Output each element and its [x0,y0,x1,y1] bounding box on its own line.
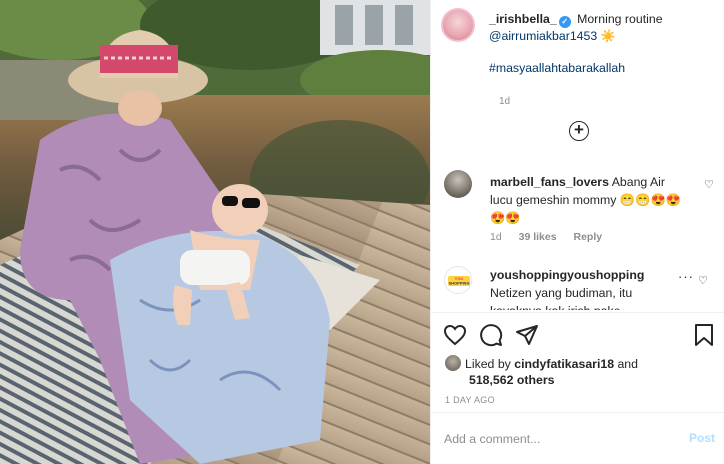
caption-body: Morning routine [577,12,663,26]
comment-bubble-icon[interactable] [479,323,503,347]
comment-heart-icon[interactable]: ♡ [704,178,714,191]
reply-button[interactable]: Reply [573,231,602,243]
likes-count[interactable]: 518,562 others [469,373,554,387]
liker-avatar[interactable] [445,355,461,371]
commenter-username[interactable]: marbell_fans_lovers [490,175,609,189]
caption-hashtag[interactable]: #masyaallahtabarakallah [489,61,625,75]
comment-text: youshoppingyoushopping Netizen yang budi… [490,266,686,310]
comment-likes[interactable]: 39 likes [519,231,557,243]
commenter-username[interactable]: youshoppingyoushopping [490,268,644,282]
post-actions: Liked by cindyfatikasari18 and 518,562 o… [431,312,724,412]
comment-input[interactable] [444,429,674,449]
plus-circle-icon[interactable]: + [569,121,589,141]
add-comment-bar: Post [431,412,724,464]
comment-heart-icon[interactable]: ♡ [698,274,708,287]
comment-body: Netizen yang budiman, itu kayaknya kak i… [490,286,633,310]
commenter-avatar[interactable]: YOU SHOPPING [444,266,472,294]
commenter-avatar[interactable] [444,170,472,198]
paper-plane-icon[interactable] [515,323,539,347]
liked-by-prefix: Liked by [465,357,511,371]
verified-badge-icon: ✓ [558,16,571,28]
post-timestamp[interactable]: 1 DAY AGO [445,395,495,405]
shop-logo-text-bottom: SHOPPING [448,281,469,286]
caption-text: _irishbella_ ✓ Morning routine @airrumiak… [489,11,721,76]
post-sidebar: _irishbella_ ✓ Morning routine @airrumiak… [430,0,724,464]
bookmark-icon[interactable] [693,323,715,347]
heart-icon[interactable] [443,323,467,347]
sun-emoji: ☀️ [600,29,616,43]
comment-meta: 1d 39 likes Reply [490,231,616,243]
comment-text: marbell_fans_lovers Abang Air lucu gemes… [490,173,686,227]
author-username[interactable]: _irishbella_ [489,12,557,26]
post-button[interactable]: Post [689,431,715,445]
caption-mention[interactable]: @airrumiakbar1453 [489,29,597,43]
author-avatar[interactable] [441,8,475,42]
action-bar [443,323,715,349]
photo-illustration [0,0,430,464]
post-photo[interactable] [0,0,430,464]
liked-by-user[interactable]: cindyfatikasari18 [514,357,614,371]
more-options-icon[interactable]: ··· [678,269,694,284]
liked-by: Liked by cindyfatikasari18 and 518,562 o… [445,355,715,388]
shop-logo-icon: YOU SHOPPING [448,276,470,286]
liked-by-and: and [617,357,638,371]
comment-time: 1d [490,231,502,243]
caption-timestamp: 1d [499,96,511,107]
